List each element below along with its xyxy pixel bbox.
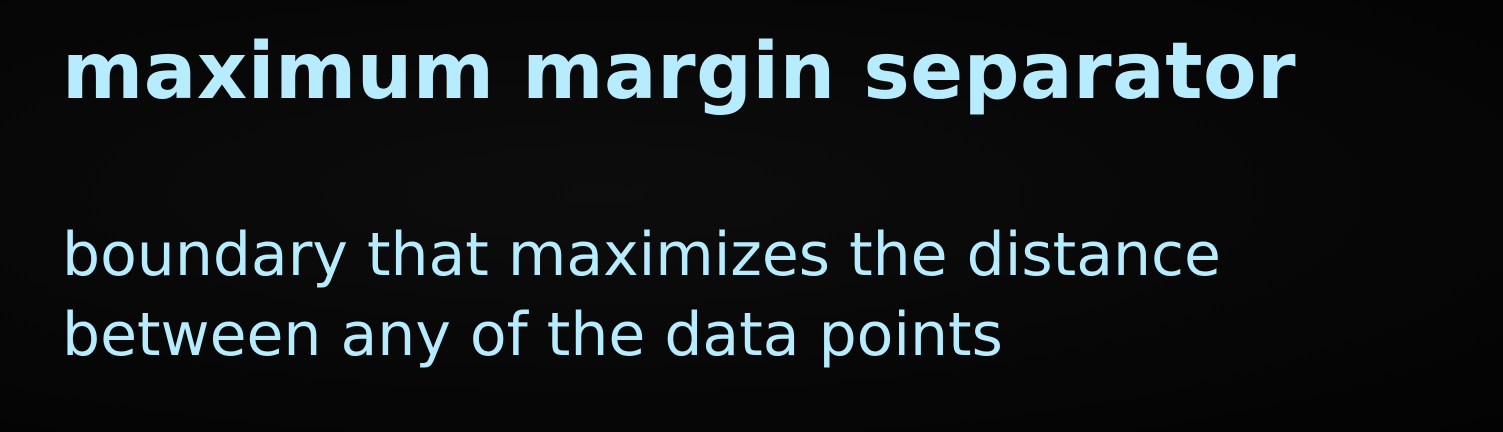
slide-body: boundary that maximizes the distance bet… [62, 215, 1221, 375]
body-line-2: between any of the data points [62, 300, 1003, 370]
slide-title: maximum margin separator [62, 27, 1297, 117]
body-line-1: boundary that maximizes the distance [62, 220, 1221, 290]
slide: maximum margin separator boundary that m… [0, 0, 1503, 432]
